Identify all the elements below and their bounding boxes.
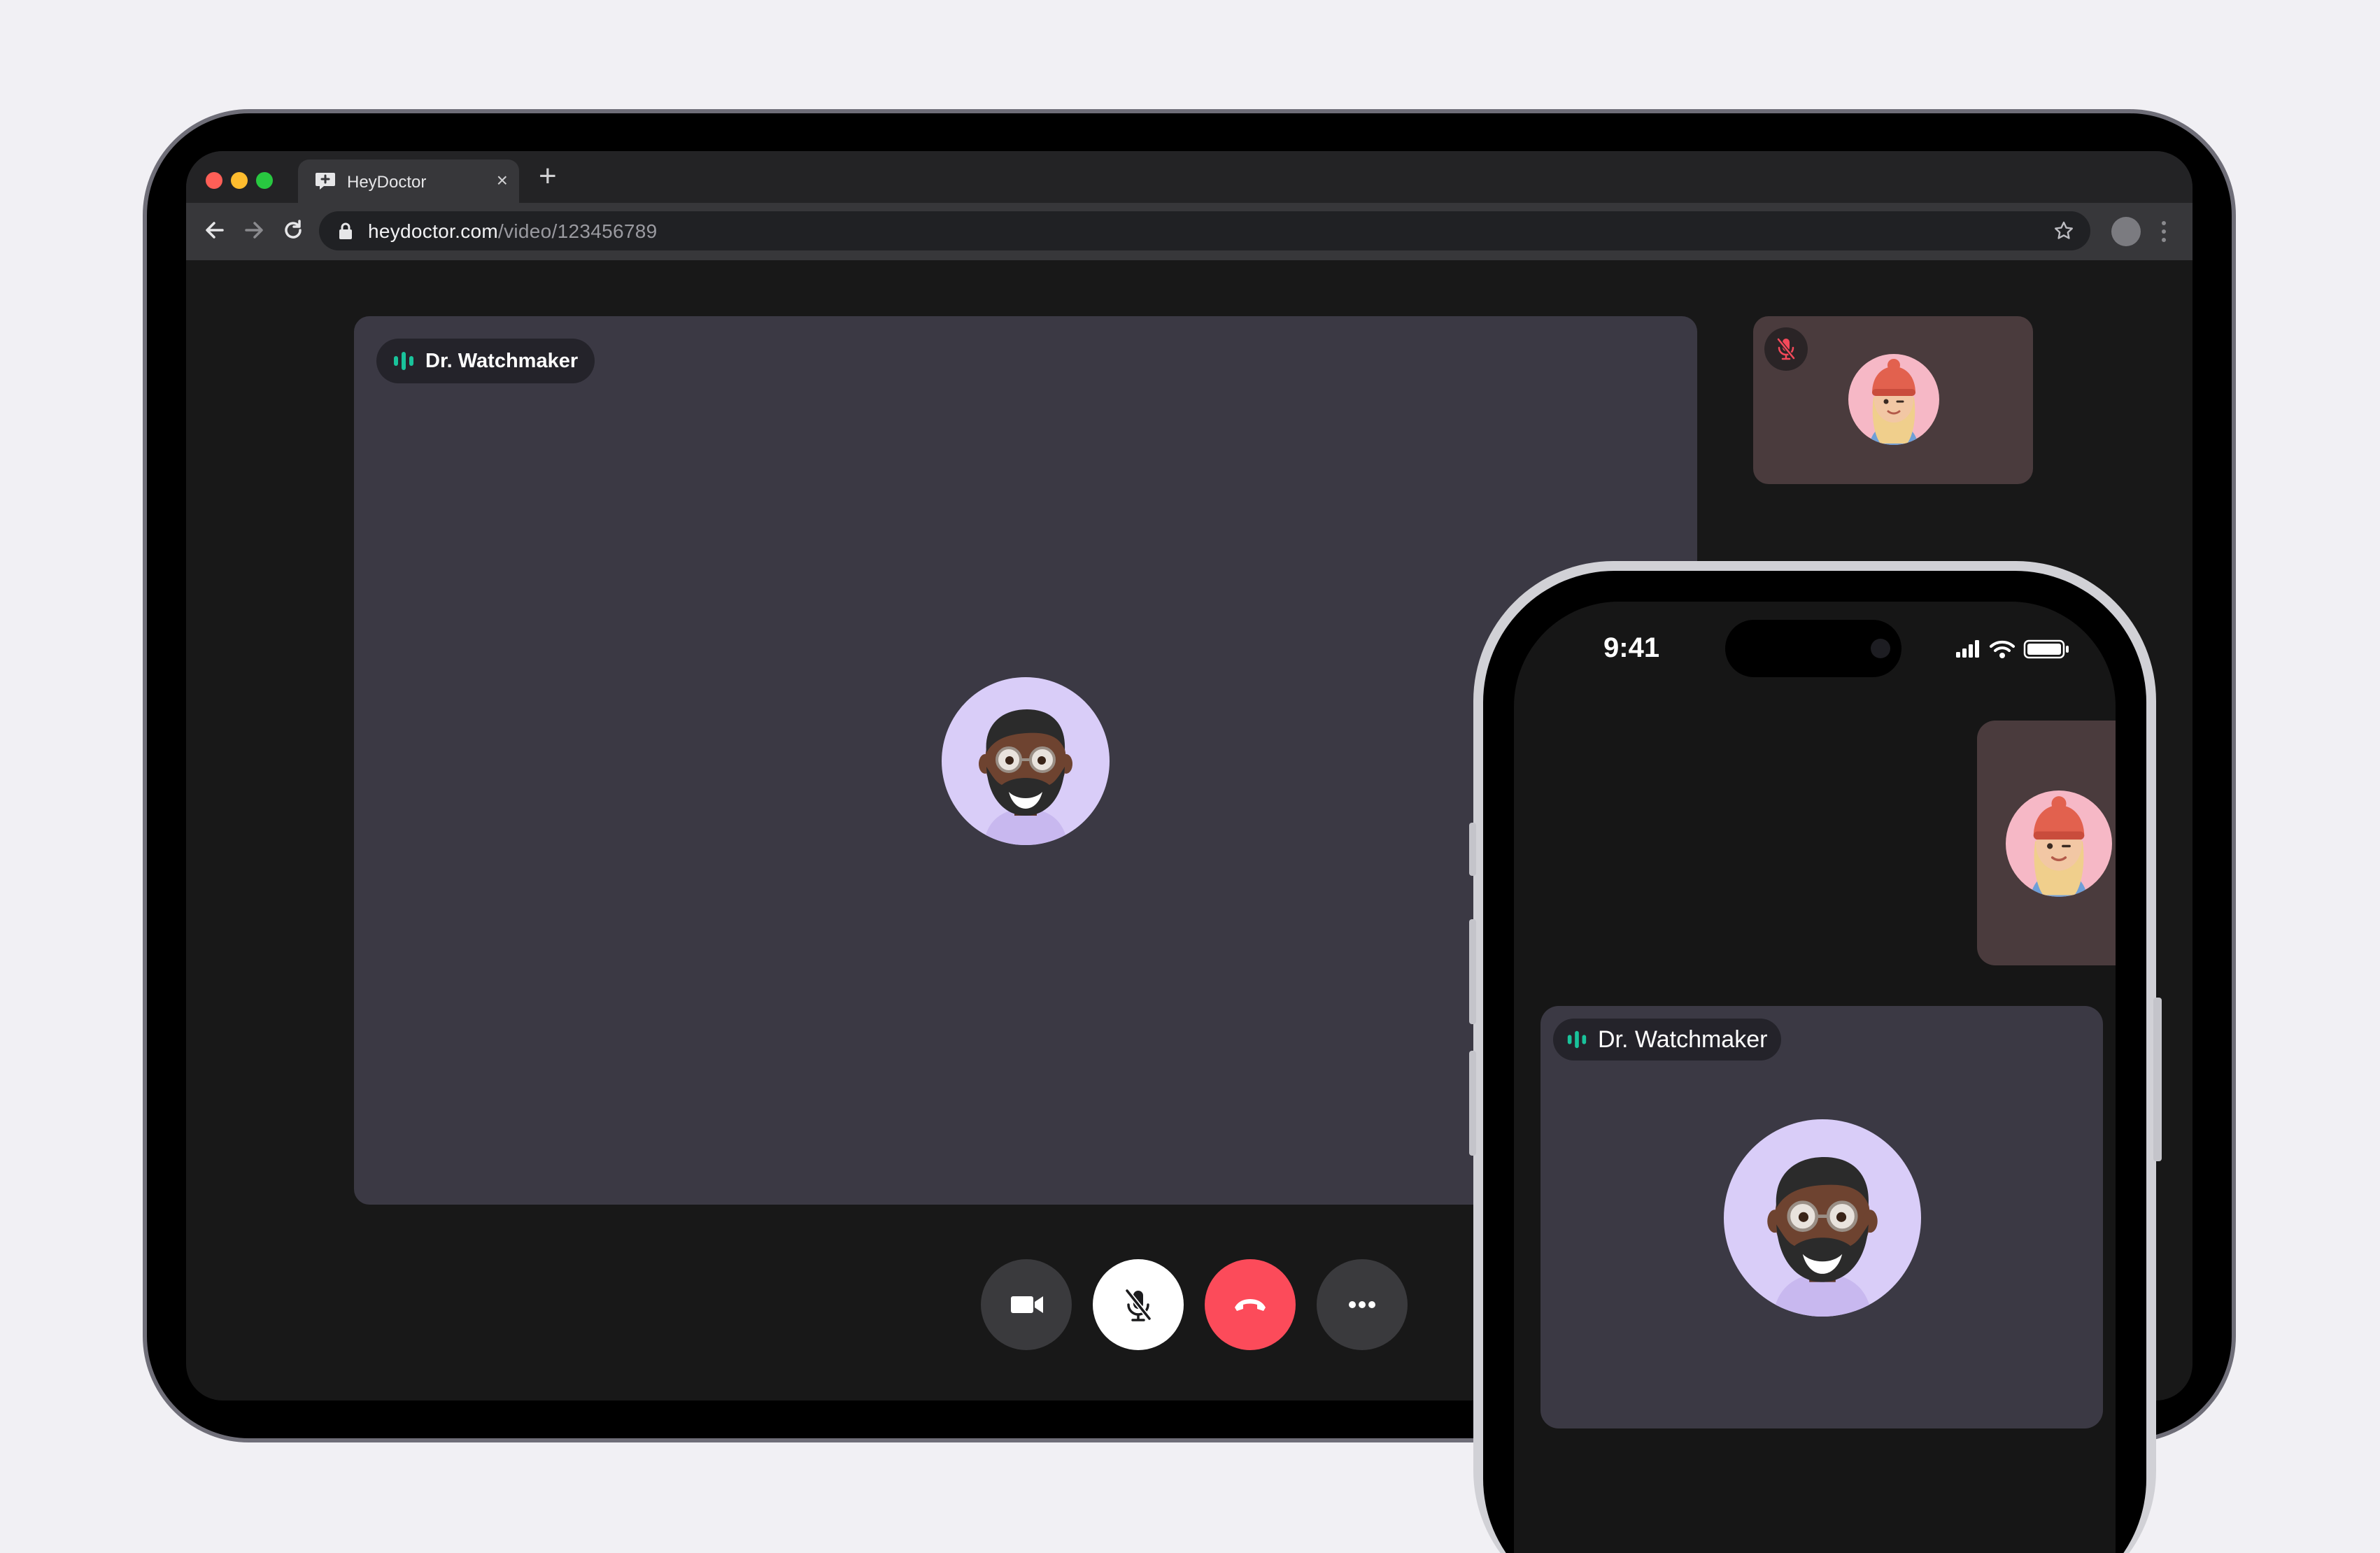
url-path: /video/123456789 [498, 220, 658, 242]
bookmark-star-icon[interactable] [2053, 220, 2075, 242]
dynamic-island [1725, 620, 1901, 677]
battery-icon [2023, 639, 2069, 659]
address-toolbar: heydoctor.com/video/123456789 [186, 203, 2193, 260]
lock-icon [339, 222, 352, 239]
browser-menu-icon[interactable] [2160, 218, 2167, 245]
new-tab-button[interactable]: + [539, 161, 557, 192]
phone-bezel: 9:41 Dr. Watchmaker [1483, 571, 2146, 1553]
patient-avatar [2006, 790, 2112, 897]
doctor-avatar [942, 677, 1110, 845]
self-muted-indicator [1764, 327, 1808, 371]
more-icon [1349, 1301, 1375, 1308]
profile-avatar[interactable] [2111, 217, 2141, 246]
phone-volume-down-button [1469, 1051, 1476, 1156]
url-host: heydoctor.com [368, 220, 498, 242]
status-bar-icons [1956, 639, 2069, 659]
phone-main-video-tile: Dr. Watchmaker [1540, 1006, 2103, 1428]
microphone-toggle-button[interactable] [1093, 1259, 1184, 1350]
address-bar[interactable]: heydoctor.com/video/123456789 [319, 211, 2090, 250]
back-arrow-icon[interactable] [201, 217, 228, 243]
patient-avatar [1848, 354, 1939, 445]
participant-name: Dr. Watchmaker [425, 349, 579, 372]
tab-heydoctor[interactable]: HeyDoctor × [298, 159, 519, 203]
participant-name-tag: Dr. Watchmaker [376, 339, 595, 383]
call-controls [981, 1259, 1430, 1350]
status-time: 9:41 [1603, 632, 1660, 663]
heydoctor-favicon-icon [316, 173, 335, 190]
camera-toggle-button[interactable] [981, 1259, 1072, 1350]
participant-name-tag: Dr. Watchmaker [1553, 1019, 1782, 1061]
cellular-signal-icon [1956, 640, 1979, 658]
phone-frame: 9:41 Dr. Watchmaker [1469, 561, 2162, 1553]
phone-action-button [1469, 823, 1476, 876]
close-window-button[interactable] [206, 172, 222, 189]
phone-screen: 9:41 Dr. Watchmaker [1514, 602, 2116, 1553]
front-camera [1871, 639, 1890, 658]
speaking-indicator-icon [1567, 1030, 1587, 1049]
minimize-window-button[interactable] [231, 172, 248, 189]
reload-icon[interactable] [280, 217, 306, 243]
speaking-indicator-icon [394, 352, 413, 370]
microphone-off-icon [1125, 1289, 1152, 1321]
tab-bar: HeyDoctor × + [186, 151, 2193, 203]
forward-arrow-icon[interactable] [241, 217, 267, 243]
phone-self-view-tile [1977, 721, 2116, 965]
microphone-off-icon [1777, 338, 1795, 360]
url-text: heydoctor.com/video/123456789 [368, 220, 657, 243]
end-call-icon [1235, 1299, 1266, 1311]
tab-close-icon[interactable]: × [497, 169, 508, 192]
phone-volume-up-button [1469, 919, 1476, 1024]
tab-title: HeyDoctor [347, 173, 427, 192]
self-view-tile [1753, 316, 2033, 484]
end-call-button[interactable] [1205, 1259, 1296, 1350]
more-options-button[interactable] [1317, 1259, 1408, 1350]
phone-power-button [2153, 998, 2162, 1161]
wifi-icon [1990, 640, 2015, 658]
maximize-window-button[interactable] [256, 172, 273, 189]
camera-icon [1011, 1296, 1043, 1313]
participant-name: Dr. Watchmaker [1598, 1026, 1768, 1053]
doctor-avatar [1724, 1119, 1921, 1317]
